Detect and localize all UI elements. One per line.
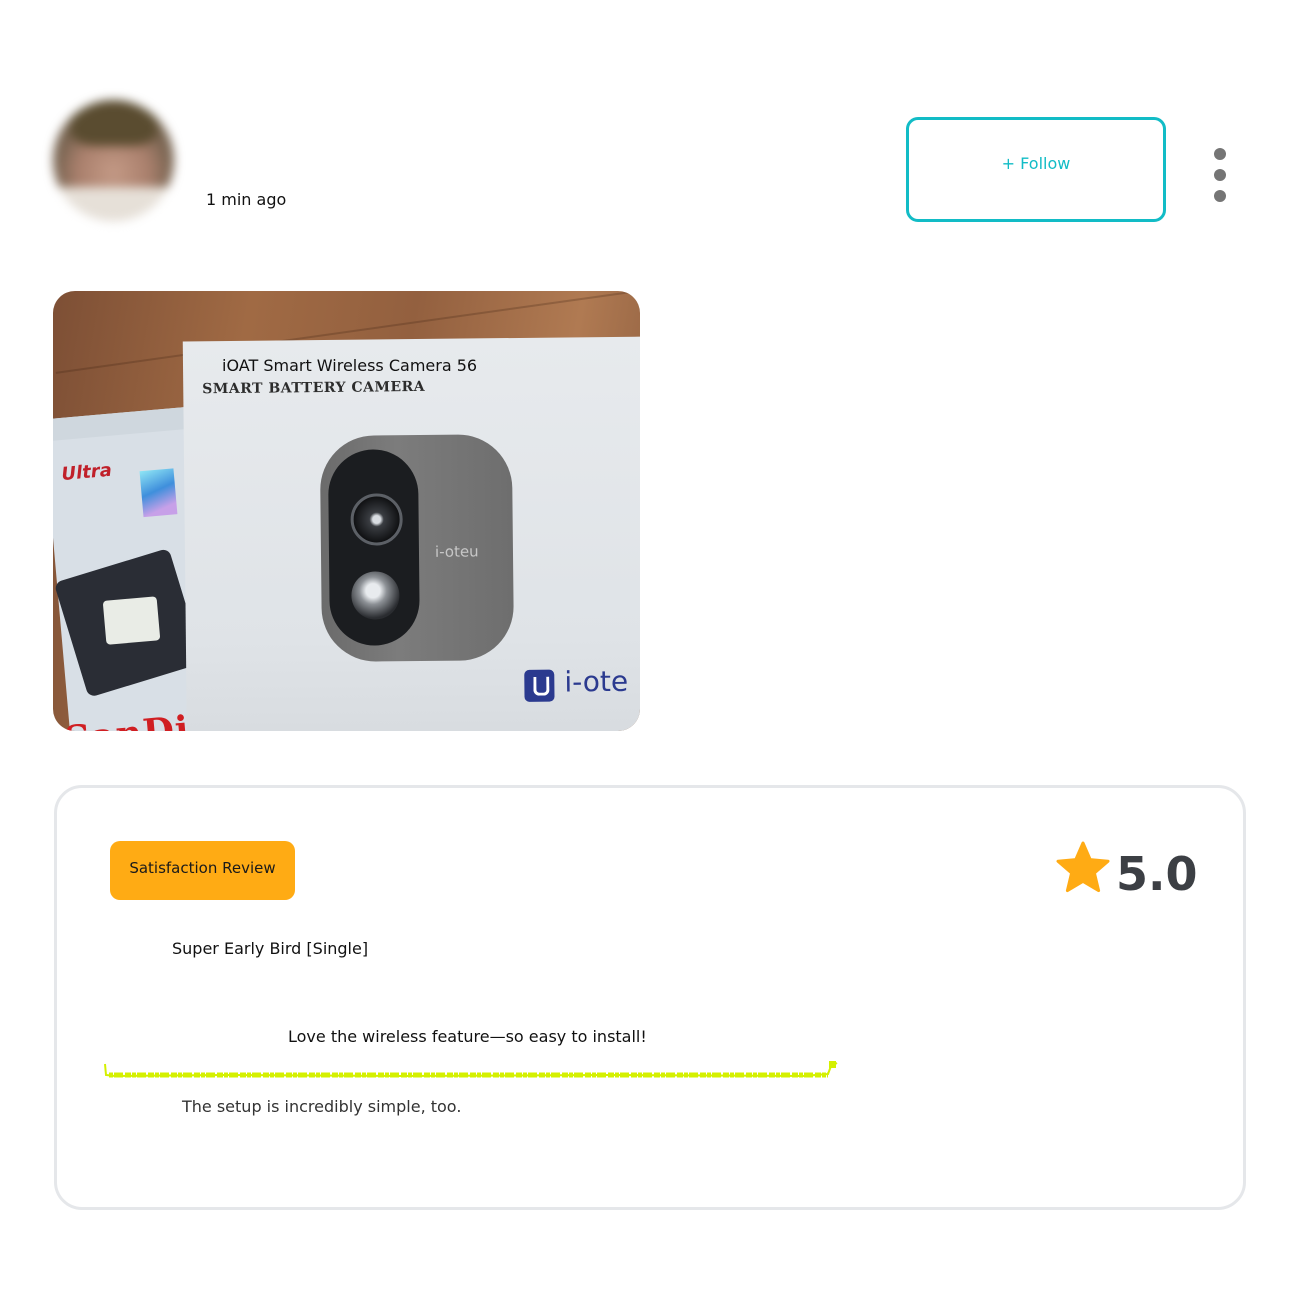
review-type-badge: Satisfaction Review (110, 841, 295, 900)
camera-logo: i-oteu (434, 542, 479, 561)
star-icon (1056, 841, 1110, 893)
camera-body: i-oteu (319, 434, 515, 663)
box-brand: i-ote (564, 664, 629, 699)
more-dot (1214, 190, 1226, 202)
camera-box: SMART BATTERY CAMERA i-oteu i-ote (182, 336, 640, 731)
avatar-shoulders (53, 187, 174, 221)
sd-card (102, 596, 161, 645)
more-vertical-icon[interactable] (1207, 146, 1233, 204)
review-body: The setup is incredibly simple, too. (182, 1097, 462, 1116)
more-dot (1214, 169, 1226, 181)
review-post: 1 min ago + Follow Ultra SanDisk SMART B… (0, 0, 1300, 1299)
post-timestamp: 1 min ago (206, 190, 287, 209)
card-hologram (139, 468, 178, 518)
purchased-option: Super Early Bird [Single] (172, 939, 369, 958)
product-title[interactable]: iOAT Smart Wireless Camera 56 (222, 356, 477, 375)
avatar[interactable] (53, 100, 174, 221)
camera-face (327, 449, 420, 646)
motion-sensor (351, 571, 400, 620)
brand-logo-icon (524, 669, 555, 702)
rating-score: 5.0 (1116, 847, 1198, 901)
box-subtitle: SMART BATTERY CAMERA (202, 378, 426, 398)
follow-button[interactable]: + Follow (906, 117, 1166, 222)
card-package-label: Ultra (60, 459, 113, 486)
review-headline: Love the wireless feature—so easy to ins… (288, 1027, 647, 1046)
highlight-underline (104, 1061, 838, 1078)
camera-lens (350, 493, 403, 546)
avatar-hair (71, 100, 157, 146)
more-dot (1214, 148, 1226, 160)
